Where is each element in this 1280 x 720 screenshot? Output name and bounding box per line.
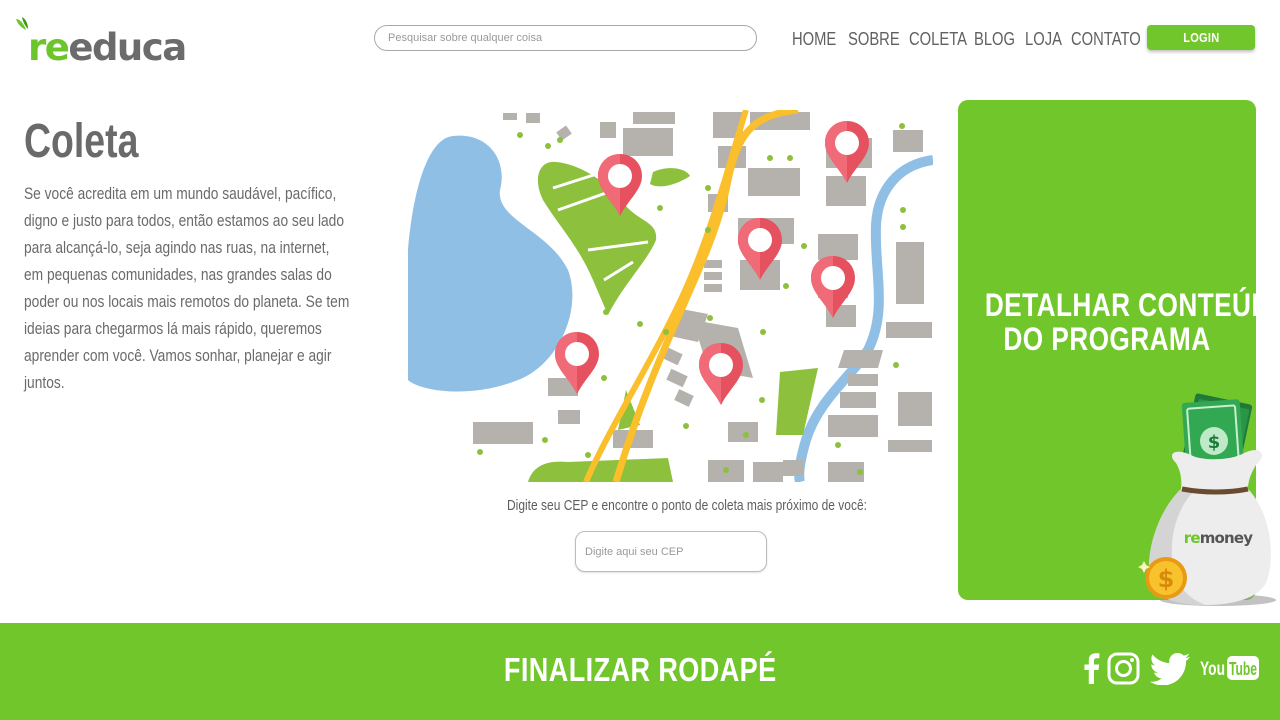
facebook-icon[interactable] xyxy=(1082,652,1100,684)
card-title[interactable]: DETALHAR CONTEÚDO DO PROGRAMA xyxy=(958,287,1280,357)
nav-home[interactable]: HOME xyxy=(792,29,836,50)
money-bag-illustration: $ remoney $ xyxy=(1138,393,1276,606)
page-title: Coleta xyxy=(24,115,139,168)
nav-coleta[interactable]: COLETA xyxy=(909,29,967,50)
instagram-icon[interactable] xyxy=(1107,652,1140,685)
svg-text:remoney: remoney xyxy=(1184,529,1254,547)
map-pin-icon xyxy=(699,343,743,405)
bag-label-prefix: re xyxy=(1184,529,1201,547)
coin-icon: $ xyxy=(1138,557,1187,599)
reeduca-logo[interactable]: reeduca xyxy=(14,16,199,68)
road-shape xyxy=(612,110,799,482)
logo-prefix: re xyxy=(28,26,70,69)
cep-input[interactable] xyxy=(575,531,767,572)
nav-blog[interactable]: BLOG xyxy=(974,29,1015,50)
nav-contato[interactable]: CONTATO xyxy=(1071,29,1141,50)
page-description: Se você acredita em um mundo saudável, p… xyxy=(24,184,350,392)
svg-text:$: $ xyxy=(1208,432,1221,453)
logo-suffix: educa xyxy=(68,26,187,69)
login-label: LOGIN xyxy=(1182,30,1220,45)
map-pin-icon xyxy=(825,121,869,183)
login-button[interactable]: LOGIN xyxy=(1147,25,1255,50)
park-shape xyxy=(528,458,673,482)
footer: FINALIZAR RODAPÉ You Tube xyxy=(0,623,1280,720)
youtube-you: You xyxy=(1200,659,1225,680)
youtube-tube: Tube xyxy=(1229,659,1257,679)
svg-text:$: $ xyxy=(1158,565,1175,593)
twitter-icon[interactable] xyxy=(1150,653,1190,685)
park-shape xyxy=(650,168,690,187)
nav-sobre[interactable]: SOBRE xyxy=(848,29,900,50)
youtube-icon[interactable]: You Tube xyxy=(1200,654,1260,682)
card-title-line-2: DO PROGRAMA xyxy=(1003,321,1211,357)
footer-title: FINALIZAR RODAPÉ xyxy=(503,651,777,688)
search-input[interactable] xyxy=(374,25,757,51)
bag-label-suffix: money xyxy=(1200,529,1254,547)
collection-points-map[interactable] xyxy=(408,110,933,482)
card-title-line-1: DETALHAR CONTEÚDO xyxy=(984,287,1280,323)
cep-label: Digite seu CEP e encontre o ponto de col… xyxy=(507,497,867,514)
nav-loja[interactable]: LOJA xyxy=(1025,29,1062,50)
